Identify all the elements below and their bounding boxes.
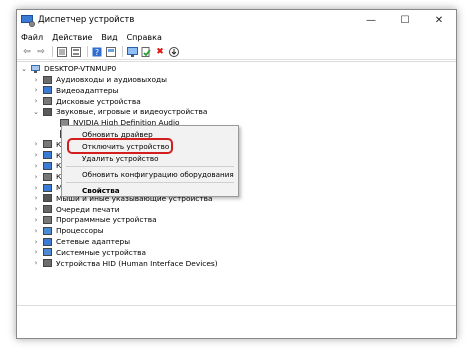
chevron-right-icon[interactable]: › xyxy=(32,140,40,148)
tree-item[interactable]: › Системные устройства xyxy=(32,247,146,258)
back-icon[interactable]: ⇦ xyxy=(21,46,33,57)
chevron-down-icon[interactable]: ⌄ xyxy=(32,108,40,116)
device-category-icon xyxy=(43,226,52,235)
maximize-button[interactable]: ☐ xyxy=(388,10,422,30)
forward-icon[interactable]: ⇨ xyxy=(35,46,47,57)
menu-help[interactable]: Справка xyxy=(127,33,162,42)
device-category-icon xyxy=(43,248,52,257)
chevron-right-icon[interactable]: › xyxy=(32,194,40,202)
computer-icon xyxy=(31,64,40,73)
svg-text:?: ? xyxy=(95,48,99,57)
tree-item[interactable]: › Сетевые адаптеры xyxy=(32,236,130,247)
device-category-icon xyxy=(43,237,52,246)
minimize-button[interactable]: — xyxy=(354,10,388,30)
tree-view-icon[interactable] xyxy=(56,46,68,57)
tree-item[interactable]: › Дисковые устройства xyxy=(32,96,141,107)
chevron-right-icon[interactable]: › xyxy=(32,216,40,224)
chevron-right-icon[interactable]: › xyxy=(32,76,40,84)
device-category-icon xyxy=(43,205,52,214)
tree-item-label: Очереди печати xyxy=(56,204,120,214)
tree-item-label: Устройства HID (Human Interface Devices) xyxy=(56,258,218,268)
chevron-right-icon[interactable]: › xyxy=(32,184,40,192)
highlight-annotation xyxy=(67,138,173,154)
uninstall-icon[interactable]: ✖ xyxy=(154,46,166,57)
tree-item[interactable]: › Аудиовходы и аудиовыходы xyxy=(32,74,167,85)
tree-item-label: Звуковые, игровые и видеоустройства xyxy=(56,107,208,117)
device-category-icon xyxy=(43,172,52,181)
chevron-right-icon[interactable]: › xyxy=(32,248,40,256)
properties-icon[interactable] xyxy=(105,46,117,57)
window-title: Диспетчер устройств xyxy=(38,15,135,25)
context-uninstall-device[interactable]: Удалить устройство xyxy=(82,154,159,163)
title-bar: Диспетчер устройств — ☐ ✕ xyxy=(17,10,456,30)
device-category-icon xyxy=(43,86,52,95)
device-category-icon xyxy=(43,151,52,160)
tree-root[interactable]: ⌄ DESKTOP-VTNMUP0 xyxy=(20,63,116,74)
menu-file[interactable]: Файл xyxy=(21,33,43,42)
status-bar xyxy=(17,305,456,322)
tree-item[interactable]: › Устройства HID (Human Interface Devices… xyxy=(32,258,218,269)
tree-item-label: Системные устройства xyxy=(56,247,147,257)
chevron-right-icon[interactable]: › xyxy=(32,151,40,159)
menu-view[interactable]: Вид xyxy=(101,33,117,42)
tree-item-label: Видеоадаптеры xyxy=(56,85,119,95)
chevron-right-icon[interactable]: › xyxy=(32,205,40,213)
help-icon[interactable]: ? xyxy=(91,46,103,57)
monitor-icon[interactable] xyxy=(126,46,138,57)
device-category-icon xyxy=(43,161,52,170)
download-icon[interactable] xyxy=(168,46,180,57)
close-button[interactable]: ✕ xyxy=(422,10,456,30)
tree-item[interactable]: › Процессоры xyxy=(32,225,104,236)
chevron-right-icon[interactable]: › xyxy=(32,238,40,246)
device-manager-icon xyxy=(21,15,35,27)
device-category-icon xyxy=(43,215,52,224)
chevron-right-icon[interactable]: › xyxy=(32,173,40,181)
context-scan-hardware[interactable]: Обновить конфигурацию оборудования xyxy=(82,170,234,179)
device-category-icon xyxy=(43,97,52,106)
context-properties[interactable]: Свойства xyxy=(82,186,120,195)
chevron-right-icon[interactable]: › xyxy=(32,227,40,235)
menu-bar: Файл Действие Вид Справка xyxy=(17,30,456,44)
update-driver-icon[interactable] xyxy=(140,46,152,57)
tree-item-label: Аудиовходы и аудиовыходы xyxy=(56,75,167,84)
device-category-icon xyxy=(43,107,52,116)
device-category-icon xyxy=(43,183,52,192)
tree-item[interactable]: › Программные устройства xyxy=(32,214,157,225)
chevron-right-icon[interactable]: › xyxy=(32,86,40,94)
tree-item[interactable]: ⌄ Звуковые, игровые и видеоустройства xyxy=(32,106,207,117)
device-category-icon xyxy=(43,75,52,84)
menu-action[interactable]: Действие xyxy=(52,33,92,42)
tree-item[interactable]: › Очереди печати xyxy=(32,204,120,215)
chevron-right-icon[interactable]: › xyxy=(32,97,40,105)
tree-item-label: Дисковые устройства xyxy=(56,96,141,106)
tree-item-label: Процессоры xyxy=(56,226,104,236)
device-category-icon xyxy=(43,194,52,203)
device-category-icon xyxy=(43,259,52,268)
toolbar: ⇦ ⇨ ? ✖ xyxy=(17,44,456,60)
chevron-down-icon[interactable]: ⌄ xyxy=(20,65,28,73)
chevron-right-icon[interactable]: › xyxy=(32,259,40,267)
tree-root-label: DESKTOP-VTNMUP0 xyxy=(44,64,117,73)
context-menu: Обновить драйвер Отключить устройство Уд… xyxy=(61,125,239,197)
list-view-icon[interactable] xyxy=(70,46,82,57)
tree-item-label: Сетевые адаптеры xyxy=(56,237,131,246)
tree-item[interactable]: › Видеоадаптеры xyxy=(32,85,119,96)
chevron-right-icon[interactable]: › xyxy=(32,162,40,170)
tree-item-label: Программные устройства xyxy=(56,215,157,225)
device-category-icon xyxy=(43,140,52,149)
